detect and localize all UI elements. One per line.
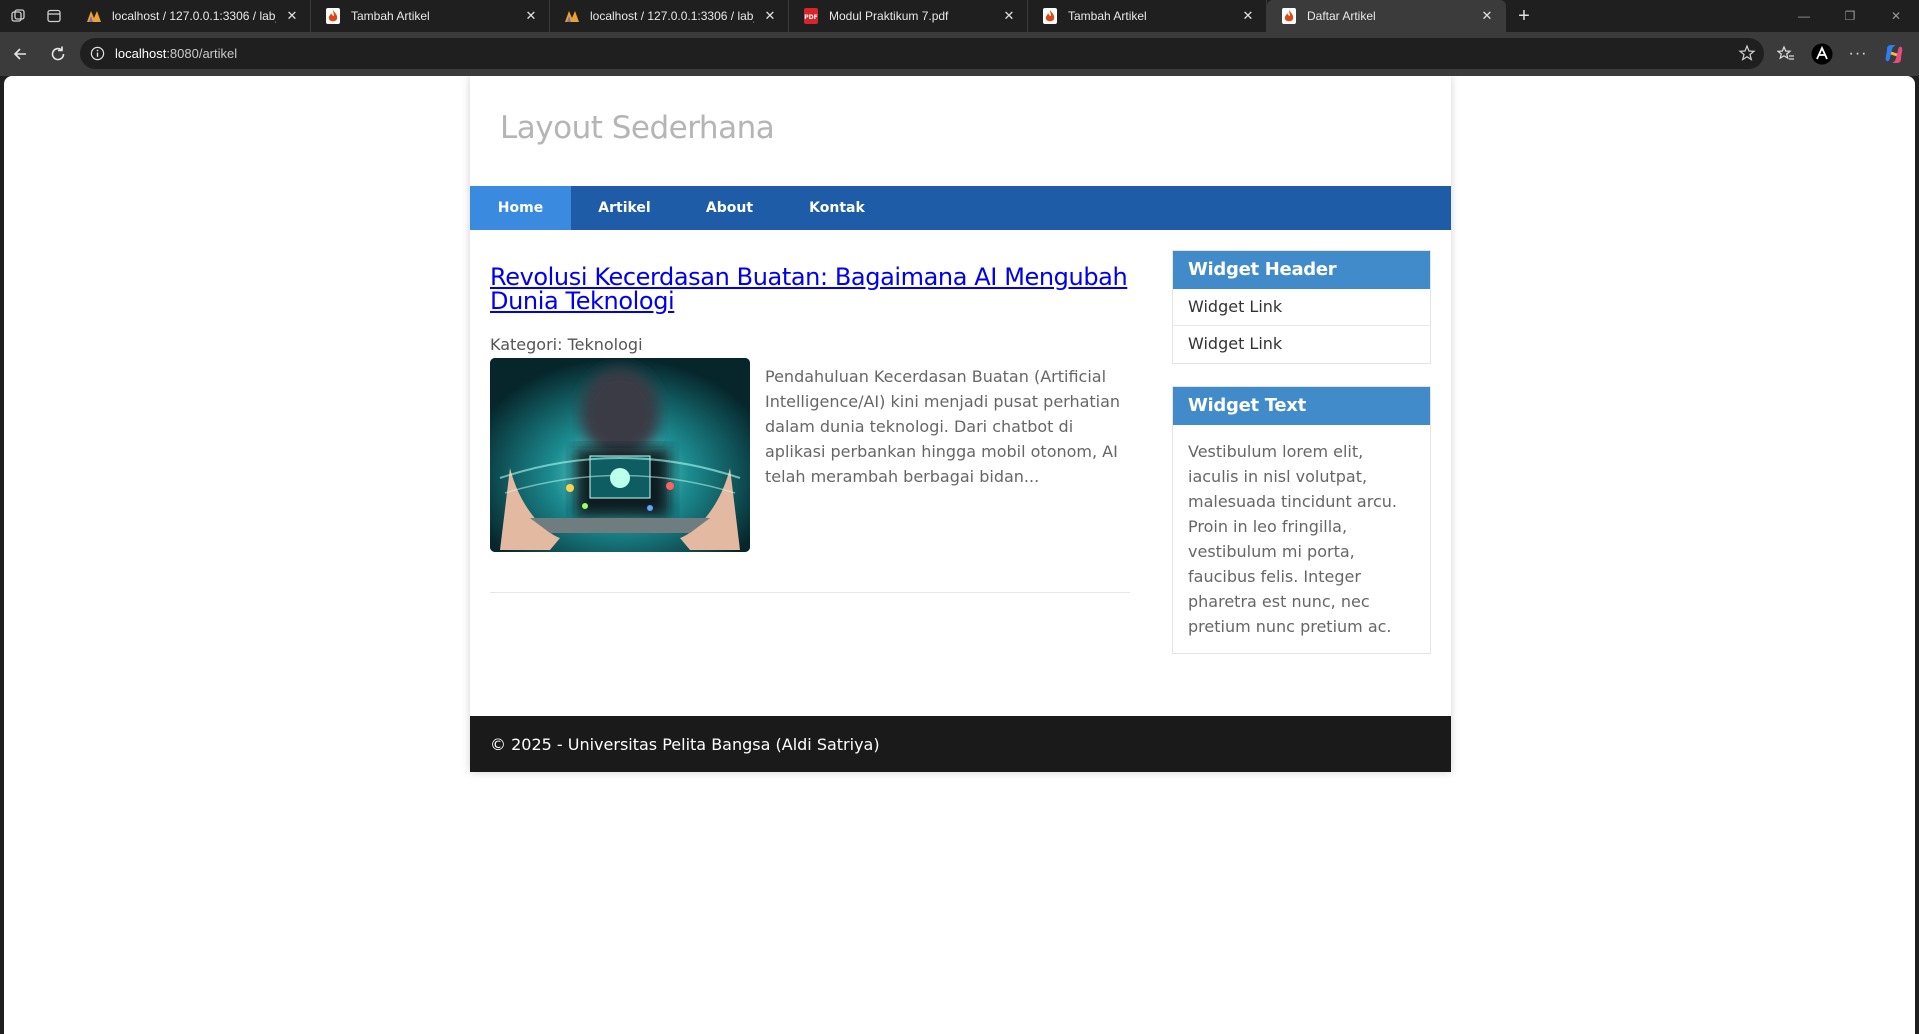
widget-links: Widget Header Widget Link Widget Link	[1172, 250, 1431, 364]
codeigniter-icon	[325, 8, 341, 24]
close-icon[interactable]: ✕	[284, 8, 300, 24]
url-host: localhost	[115, 46, 167, 61]
minimize-icon[interactable]: —	[1781, 0, 1827, 32]
page-viewport: Layout Sederhana Home Artikel About Kont…	[4, 76, 1915, 1034]
browser-tab[interactable]: PDF Modul Praktikum 7.pdf ✕	[789, 0, 1028, 32]
close-icon[interactable]: ✕	[1479, 8, 1495, 24]
nav-about[interactable]: About	[678, 186, 781, 230]
phpmyadmin-icon	[86, 8, 102, 24]
toolbar-right: ···	[1768, 36, 1912, 72]
url-path: :8080/artikel	[166, 46, 238, 61]
nav-home[interactable]: Home	[470, 186, 571, 230]
nav-artikel[interactable]: Artikel	[571, 186, 678, 230]
close-icon[interactable]: ✕	[1001, 8, 1017, 24]
article-item: Revolusi Kecerdasan Buatan: Bagaimana AI…	[490, 265, 1130, 552]
footer-text: © 2025 - Universitas Pelita Bangsa (Aldi…	[490, 734, 880, 754]
pdf-icon: PDF	[803, 8, 819, 24]
article-divider	[490, 592, 1130, 593]
browser-tab-active[interactable]: Daftar Artikel ✕	[1267, 0, 1506, 32]
copilot-icon[interactable]	[1876, 36, 1912, 72]
browser-tab[interactable]: localhost / 127.0.0.1:3306 / lab_ci4 / a…	[550, 0, 789, 32]
browser-toolbar: localhost:8080/artikel ···	[0, 32, 1919, 76]
close-icon[interactable]: ✕	[1240, 8, 1256, 24]
browser-tab-bar: localhost / 127.0.0.1:3306 / lab_ci4 / a…	[0, 0, 1919, 32]
sidebar: Widget Header Widget Link Widget Link Wi…	[1172, 250, 1431, 676]
tab-title: Modul Praktikum 7.pdf	[829, 9, 949, 23]
site-info-icon[interactable]	[90, 46, 105, 61]
address-bar[interactable]: localhost:8080/artikel	[80, 38, 1764, 69]
widget-link[interactable]: Widget Link	[1173, 326, 1430, 363]
tab-title: Tambah Artikel	[1068, 9, 1147, 23]
article-body: Pendahuluan Kecerdasan Buatan (Artificia…	[490, 358, 1130, 552]
article-image	[490, 358, 750, 552]
nav-kontak[interactable]: Kontak	[781, 186, 893, 230]
browser-tab[interactable]: localhost / 127.0.0.1:3306 / lab_ci4 / a…	[72, 0, 311, 32]
svg-text:PDF: PDF	[804, 14, 817, 21]
browser-tab[interactable]: Tambah Artikel ✕	[311, 0, 550, 32]
article-title-link[interactable]: Revolusi Kecerdasan Buatan: Bagaimana AI…	[490, 265, 1130, 313]
browser-tab[interactable]: Tambah Artikel ✕	[1028, 0, 1267, 32]
widget-text: Widget Text Vestibulum lorem elit, iacul…	[1172, 386, 1431, 654]
phpmyadmin-icon	[564, 8, 580, 24]
tab-title: localhost / 127.0.0.1:3306 / lab_ci4 / a…	[112, 9, 276, 23]
more-options-icon[interactable]: ···	[1840, 36, 1876, 72]
restore-icon[interactable]: ❐	[1827, 0, 1873, 32]
close-icon[interactable]: ✕	[523, 8, 539, 24]
codeigniter-icon	[1042, 8, 1058, 24]
new-tab-button[interactable]: +	[1506, 0, 1542, 32]
article-list: Revolusi Kecerdasan Buatan: Bagaimana AI…	[490, 250, 1130, 676]
tab-title: Tambah Artikel	[351, 9, 430, 23]
site-footer: © 2025 - Universitas Pelita Bangsa (Aldi…	[470, 716, 1451, 772]
widget-header: Widget Header	[1173, 251, 1430, 289]
codeigniter-icon	[1281, 8, 1297, 24]
tab-title: localhost / 127.0.0.1:3306 / lab_ci4 / a…	[590, 9, 754, 23]
widget-link[interactable]: Widget Link	[1173, 289, 1430, 326]
widget-header: Widget Text	[1173, 387, 1430, 425]
site-header: Layout Sederhana	[470, 76, 1451, 186]
workspaces-icon[interactable]	[0, 0, 36, 32]
tab-title: Daftar Artikel	[1307, 9, 1376, 23]
main-nav: Home Artikel About Kontak	[470, 186, 1451, 230]
back-icon[interactable]	[2, 36, 38, 72]
page-container: Layout Sederhana Home Artikel About Kont…	[470, 76, 1451, 772]
favorites-icon[interactable]	[1768, 36, 1804, 72]
profile-avatar-icon[interactable]	[1804, 36, 1840, 72]
window-controls: — ❐ ✕	[1781, 0, 1919, 32]
close-window-icon[interactable]: ✕	[1873, 0, 1919, 32]
article-excerpt: Pendahuluan Kecerdasan Buatan (Artificia…	[765, 367, 1121, 486]
widget-text-body: Vestibulum lorem elit, iaculis in nisl v…	[1188, 442, 1397, 636]
reload-icon[interactable]	[40, 36, 76, 72]
site-title: Layout Sederhana	[500, 110, 775, 146]
article-category: Kategori: Teknologi	[490, 335, 643, 354]
favorite-star-icon[interactable]	[1738, 44, 1756, 65]
tab-actions-icon[interactable]	[36, 0, 72, 32]
close-icon[interactable]: ✕	[762, 8, 778, 24]
main-section: Revolusi Kecerdasan Buatan: Bagaimana AI…	[470, 230, 1451, 716]
